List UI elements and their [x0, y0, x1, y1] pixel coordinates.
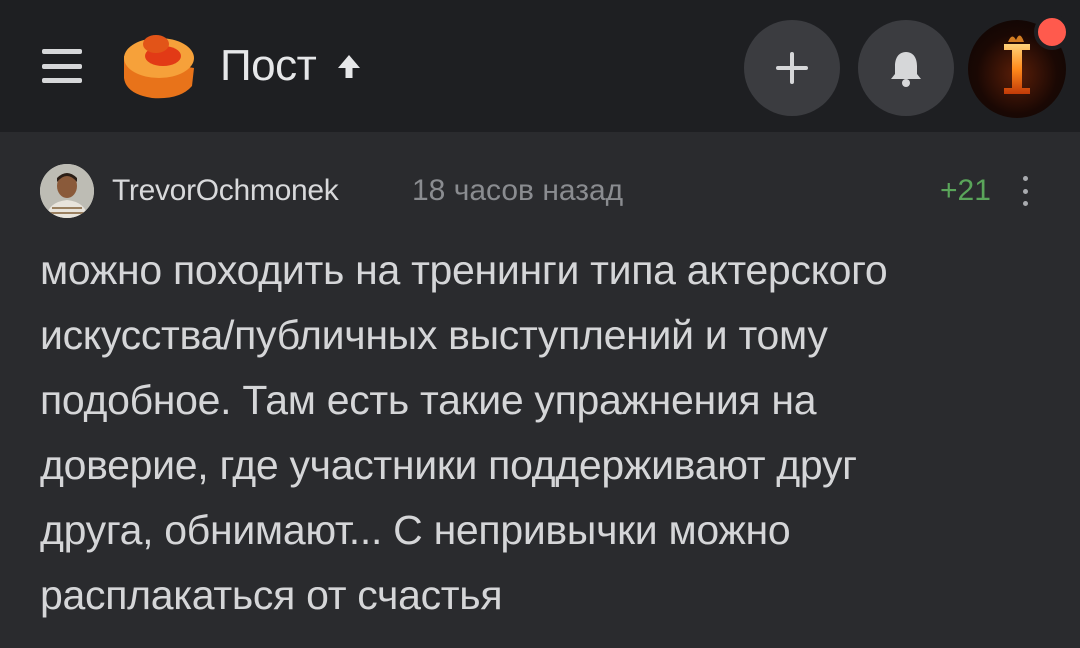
pikabu-logo[interactable]	[118, 28, 200, 104]
bell-icon	[891, 52, 921, 87]
notifications-button[interactable]	[858, 20, 954, 116]
arrow-up-icon	[338, 55, 361, 78]
user-avatar[interactable]	[40, 164, 94, 218]
plus-icon	[776, 52, 808, 84]
comment-line: можно походить на тренинги типа актерско…	[40, 247, 888, 293]
comment-line: искусства/публичных выступлений и тому	[40, 312, 828, 358]
comment-author[interactable]: TrevorOchmonek	[112, 174, 339, 208]
comment-line: подобное. Там есть такие упражнения на	[40, 377, 817, 423]
menu-icon[interactable]	[38, 46, 86, 86]
notification-badge	[1034, 14, 1070, 50]
comment-line: доверие, где участники поддерживают друг	[40, 442, 857, 488]
top-bar: Пост	[0, 0, 1080, 132]
comment-line: расплакаться от счастья	[40, 572, 503, 618]
comment-header: TrevorOchmonek 18 часов назад +21	[40, 160, 1040, 220]
comment-line: друга, обнимают... С непривычки можно	[40, 507, 791, 553]
page-title-button[interactable]: Пост	[220, 38, 364, 94]
page-title: Пост	[220, 41, 317, 90]
add-post-button[interactable]	[744, 20, 840, 116]
comment-rating: +21	[940, 174, 991, 207]
comment-time: 18 часов назад	[412, 174, 624, 207]
more-options-icon[interactable]	[1018, 176, 1032, 206]
comment-body: можно походить на тренинги типа актерско…	[40, 238, 1050, 628]
user-photo	[40, 164, 94, 218]
